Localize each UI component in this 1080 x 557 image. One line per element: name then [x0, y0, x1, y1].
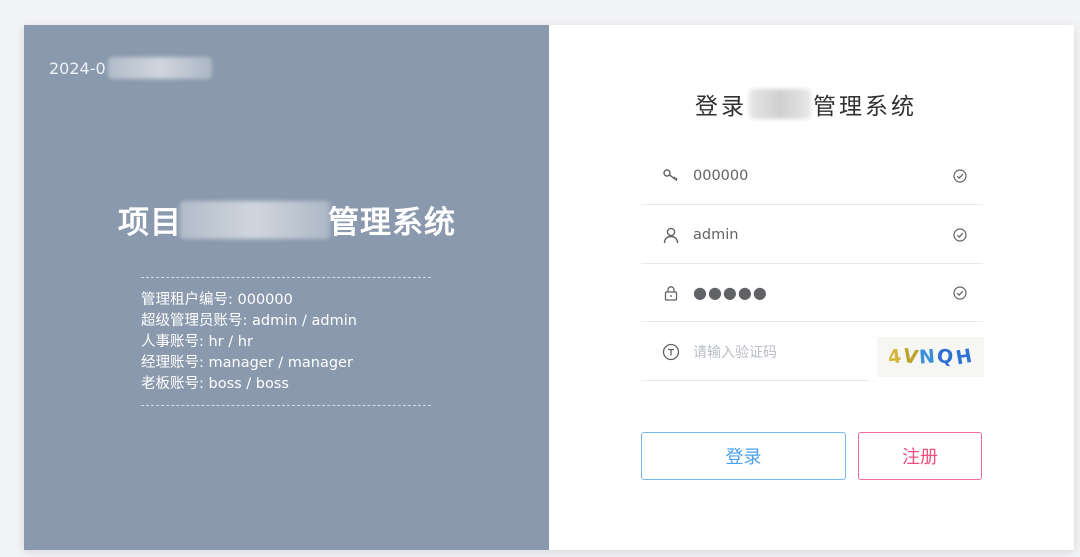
account-line-tenant: 管理租户编号: 000000 — [141, 292, 293, 308]
tenant-field[interactable]: 000000 — [641, 147, 983, 205]
login-title: 登录 管理系统 — [695, 87, 917, 121]
username-input[interactable]: admin — [693, 227, 951, 243]
captcha-char: H — [953, 344, 976, 370]
key-icon — [661, 166, 681, 186]
login-button[interactable]: 登录 — [641, 432, 846, 480]
login-title-redacted — [749, 89, 811, 119]
system-title: 项目 管理系统 — [118, 197, 456, 242]
user-icon — [661, 225, 681, 245]
account-info: 管理租户编号: 000000 超级管理员账号: admin / admin 人事… — [141, 277, 431, 406]
login-title-prefix: 登录 — [695, 94, 747, 120]
left-info-panel: 2024-0 项目 管理系统 管理租户编号: 000000 超级管理员账号: a… — [24, 25, 549, 550]
account-line-hr: 人事账号: hr / hr — [141, 334, 253, 350]
divider-bottom — [141, 405, 431, 406]
system-title-prefix: 项目 — [118, 205, 182, 241]
system-title-redacted — [180, 200, 330, 239]
tenant-input[interactable]: 000000 — [693, 168, 951, 184]
check-circle-icon — [951, 167, 969, 185]
username-field[interactable]: admin — [641, 206, 983, 264]
account-line-boss: 老板账号: boss / boss — [141, 376, 289, 392]
password-field[interactable]: ●●●●● — [641, 264, 983, 322]
shield-icon — [661, 342, 681, 362]
lock-icon — [661, 283, 681, 303]
login-panel: 登录 管理系统 000000 admin ●●●●● 请输入验证码 4 V N … — [549, 25, 1074, 550]
captcha-image[interactable]: 4VNQH — [877, 337, 984, 377]
captcha-field[interactable]: 请输入验证码 — [641, 323, 869, 381]
account-line-admin: 超级管理员账号: admin / admin — [141, 313, 357, 329]
password-input[interactable]: ●●●●● — [693, 283, 951, 302]
system-title-suffix: 管理系统 — [328, 205, 456, 241]
captcha-input[interactable]: 请输入验证码 — [693, 342, 869, 362]
date-prefix: 2024-0 — [49, 58, 106, 78]
login-title-suffix: 管理系统 — [813, 94, 917, 120]
date-text: 2024-0 — [49, 57, 212, 79]
register-button[interactable]: 注册 — [858, 432, 982, 480]
date-redacted — [107, 57, 212, 79]
login-card: 2024-0 项目 管理系统 管理租户编号: 000000 超级管理员账号: a… — [24, 25, 1074, 550]
check-circle-icon — [951, 284, 969, 302]
account-line-manager: 经理账号: manager / manager — [141, 355, 353, 371]
check-circle-icon — [951, 226, 969, 244]
